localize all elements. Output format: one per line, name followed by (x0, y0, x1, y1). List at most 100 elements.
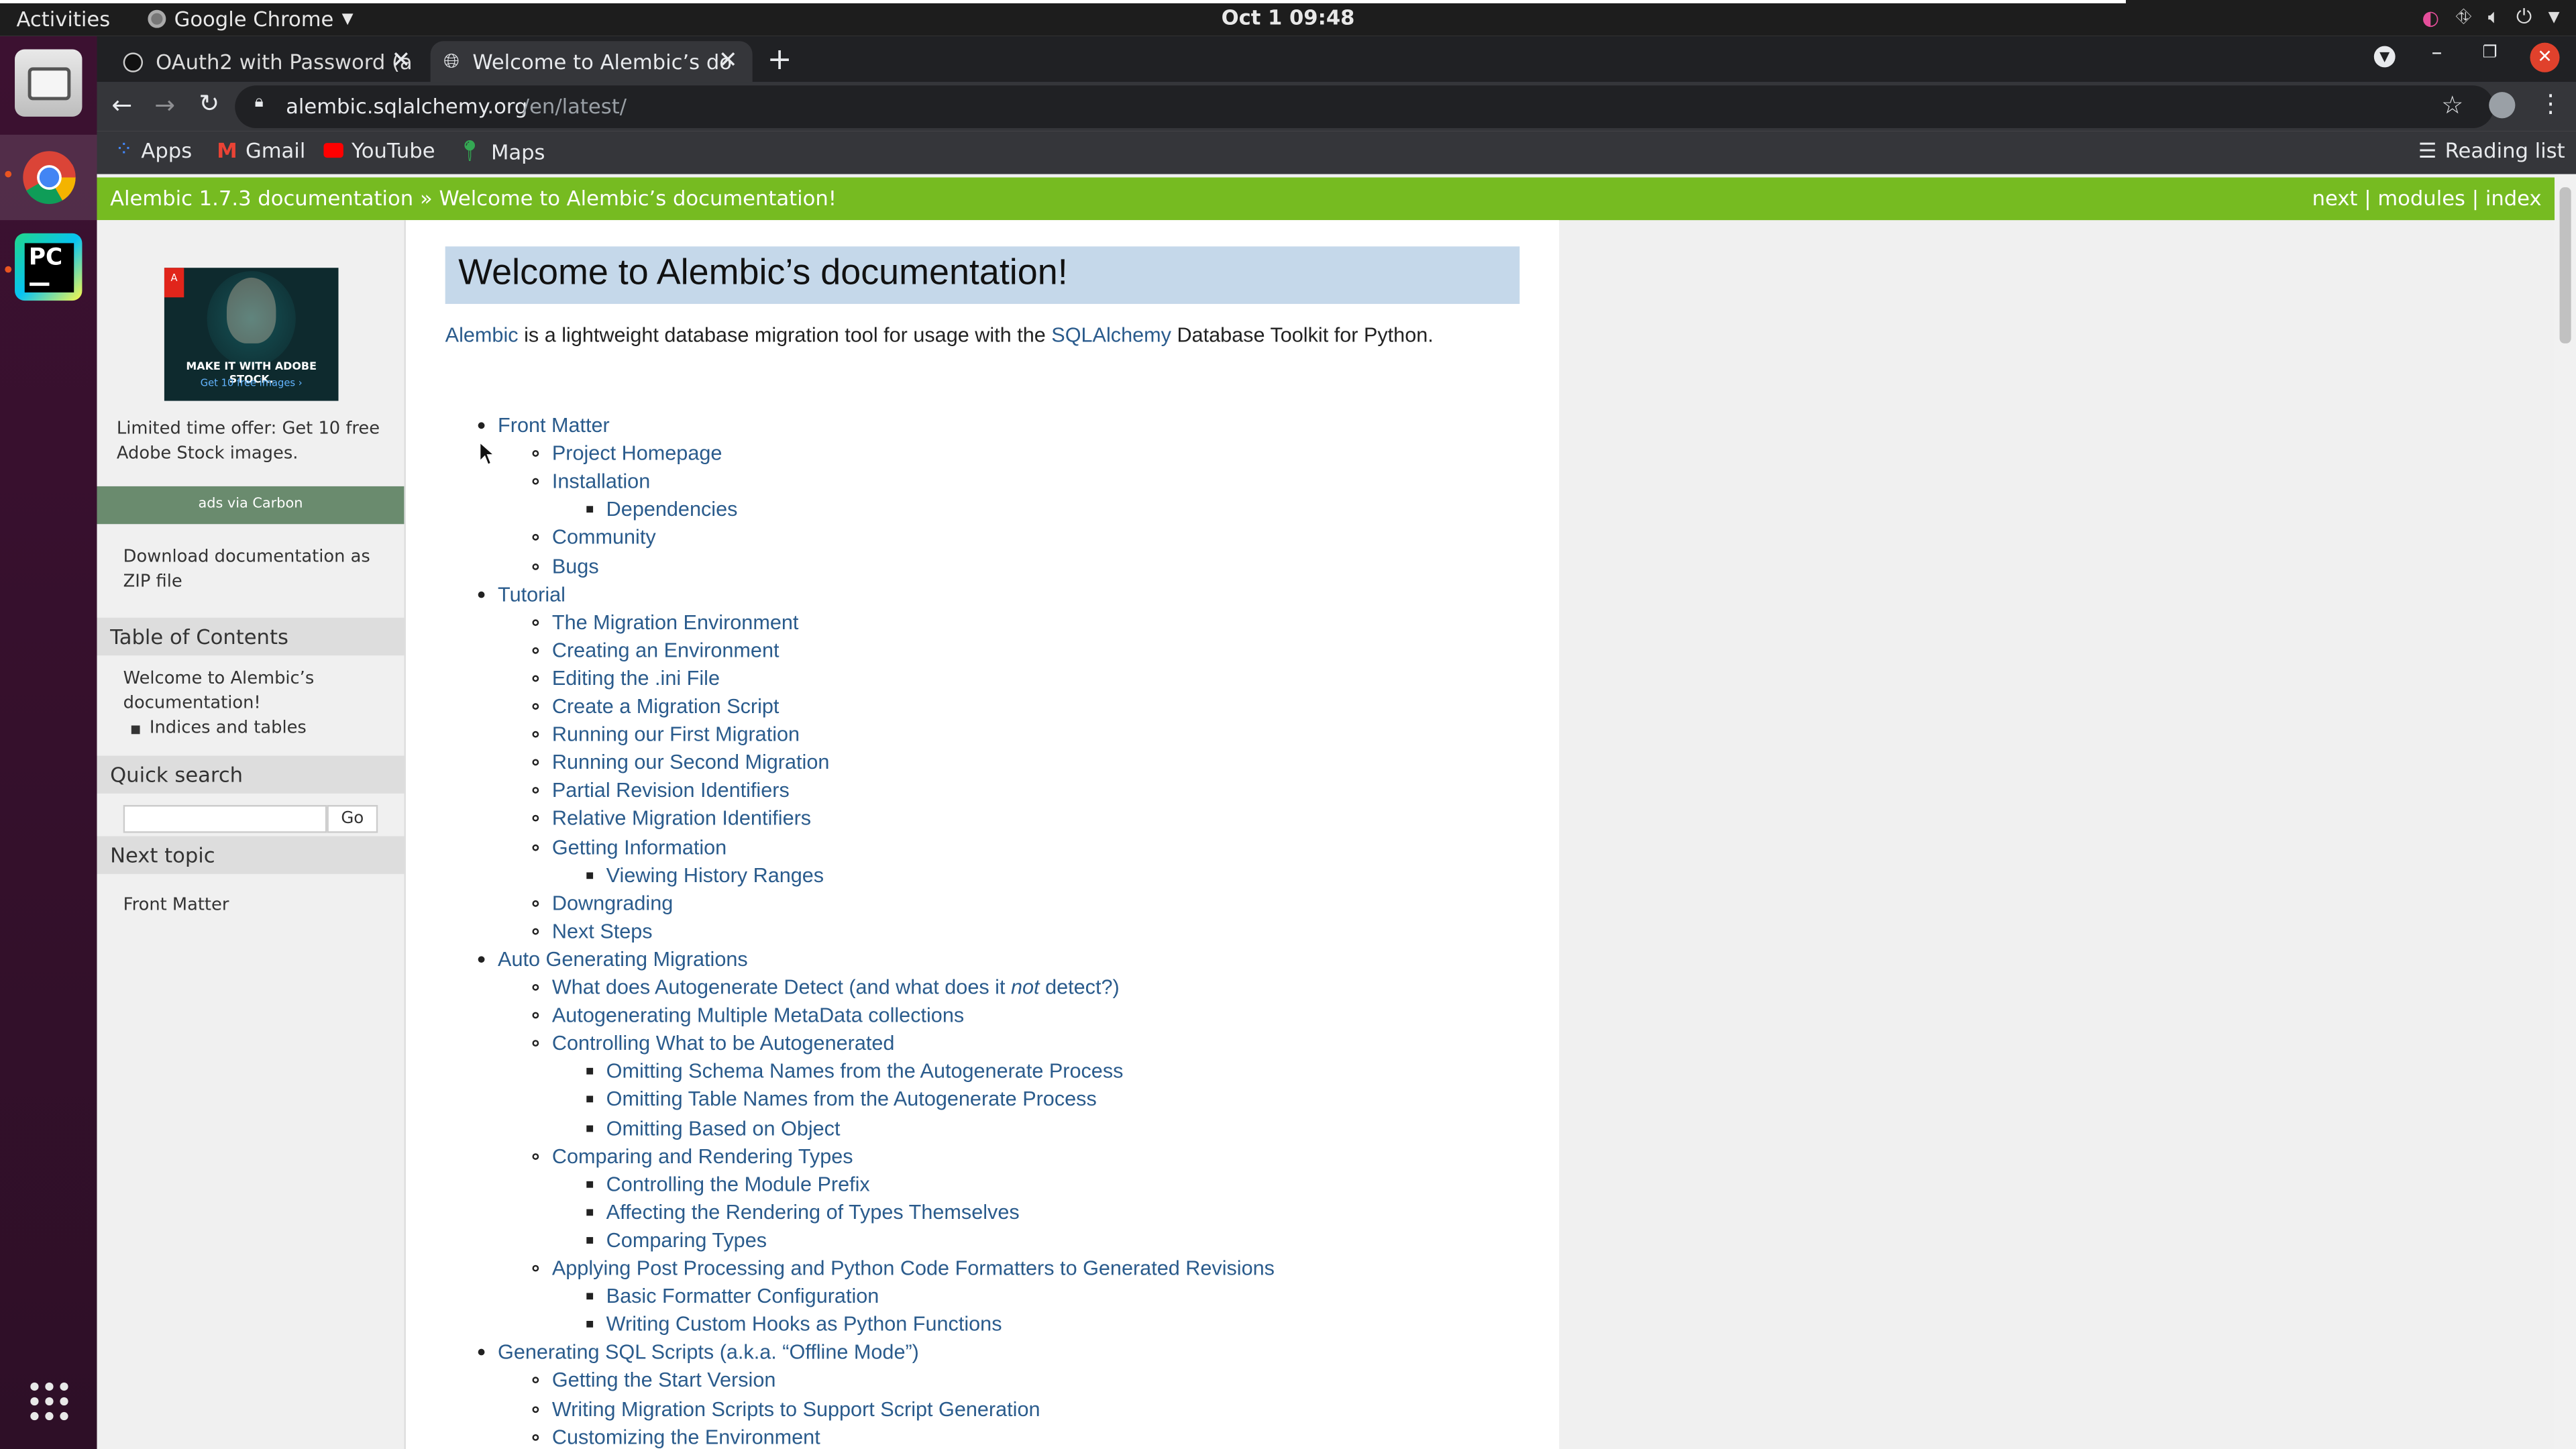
network-icon[interactable]: ⛗ (2456, 5, 2472, 30)
toc-link[interactable]: Running our Second Migration (552, 751, 830, 774)
profile-icon[interactable] (2489, 92, 2516, 119)
toc-link[interactable]: Installation (552, 470, 650, 493)
nav-next-link[interactable]: next (2312, 186, 2358, 211)
toc-entry-level-3[interactable]: Writing Custom Hooks as Python Functions (586, 1313, 1002, 1336)
bookmark-youtube[interactable]: YouTube (323, 138, 435, 162)
ad-image[interactable]: A MAKE IT WITH ADOBE STOCK. Get 10 free … (164, 268, 339, 401)
download-zip-link[interactable]: Download documentation as ZIP file (123, 545, 378, 594)
toc-entry-level-2[interactable]: Partial Revision Identifiers (532, 780, 790, 802)
toc-link[interactable]: Running our First Migration (552, 723, 800, 746)
toc-entry-level-1[interactable]: Generating SQL Scripts (a.k.a. “Offline … (478, 1341, 919, 1364)
toc-link[interactable]: The Migration Environment (552, 610, 799, 633)
toc-entry-level-1[interactable]: Tutorial (478, 582, 566, 606)
toc-entry-level-1[interactable]: Auto Generating Migrations (478, 948, 748, 971)
bookmark-star-icon[interactable]: ☆ (2441, 91, 2463, 120)
close-window-icon[interactable]: ✕ (2530, 42, 2560, 72)
toc-entry-level-3[interactable]: Omitting Schema Names from the Autogener… (586, 1060, 1124, 1083)
toc-entry-level-2[interactable]: Bugs (532, 555, 599, 578)
nav-index-link[interactable]: index (2485, 186, 2542, 211)
toc-entry-level-2[interactable]: Create a Migration Script (532, 695, 780, 718)
toc-link[interactable]: Controlling What to be Autogenerated (552, 1032, 895, 1055)
pycharm-icon[interactable]: PC (15, 233, 83, 301)
page-scrollbar[interactable] (2555, 174, 2576, 1449)
toc-link[interactable]: Basic Formatter Configuration (606, 1285, 879, 1307)
toc-link[interactable]: Omitting Table Names from the Autogenera… (606, 1088, 1097, 1111)
toc-entry-level-2[interactable]: Next Steps (532, 920, 653, 943)
reload-icon[interactable]: ↻ (199, 89, 219, 118)
scrollbar-thumb[interactable] (2559, 187, 2571, 343)
close-tab-icon[interactable]: ✕ (718, 48, 738, 74)
toc-link[interactable]: Downgrading (552, 892, 673, 914)
nav-modules-link[interactable]: modules (2377, 186, 2465, 211)
toc-entry-level-2[interactable]: Applying Post Processing and Python Code… (532, 1256, 1275, 1280)
toc-entry-level-2[interactable]: Customizing the Environment (532, 1426, 820, 1448)
toc-link[interactable]: Getting Information (552, 835, 727, 858)
toc-entry-level-2[interactable]: Getting Information (532, 835, 727, 859)
toc-entry-level-3[interactable]: Basic Formatter Configuration (586, 1285, 879, 1308)
next-topic-link[interactable]: Front Matter (123, 896, 229, 915)
toc-entry-level-1[interactable]: Front Matter (478, 414, 610, 437)
toc-entry-level-2[interactable]: Creating an Environment (532, 639, 780, 661)
search-input[interactable] (123, 805, 327, 833)
toc-entry-level-2[interactable]: Editing the .ini File (532, 667, 720, 690)
new-tab-icon[interactable]: + (767, 43, 792, 77)
toc-entry-level-2[interactable]: Autogenerating Multiple MetaData collect… (532, 1004, 964, 1027)
toc-entry-level-3[interactable]: Comparing Types (586, 1229, 767, 1252)
toc-link[interactable]: Omitting Based on Object (606, 1116, 841, 1139)
toc-link[interactable]: Writing Migration Scripts to Support Scr… (552, 1397, 1040, 1420)
color-picker-icon[interactable]: ◐ (2422, 6, 2440, 29)
toc-entry-level-2[interactable]: Downgrading (532, 892, 673, 914)
system-tray[interactable]: ◐ ⛗ 🔈︎ ⏻ ▼ (2422, 5, 2560, 30)
toc-entry-level-2[interactable]: The Migration Environment (532, 610, 799, 634)
caret-down-icon[interactable]: ▼ (2548, 9, 2560, 25)
toc-item-welcome[interactable]: Welcome to Alembic’s documentation! (123, 667, 370, 716)
toc-entry-level-2[interactable]: Running our First Migration (532, 723, 800, 746)
show-applications-icon[interactable] (15, 1367, 82, 1434)
toc-link[interactable]: Auto Generating Migrations (498, 948, 748, 971)
toc-link[interactable]: Creating an Environment (552, 639, 780, 661)
toc-link[interactable]: Tutorial (498, 582, 566, 605)
toc-entry-level-3[interactable]: Omitting Based on Object (586, 1116, 841, 1139)
tab-oauth2[interactable]: OAuth2 with Password (a ✕ (110, 41, 425, 82)
toc-entry-level-2[interactable]: Installation (532, 470, 650, 493)
bookmark-apps[interactable]: ⁘ Apps (115, 138, 192, 163)
bookmark-gmail[interactable]: M Gmail (217, 138, 305, 163)
bookmark-maps[interactable]: 📍︎ Maps (457, 138, 545, 164)
toc-link[interactable]: Front Matter (498, 414, 610, 437)
chrome-icon[interactable] (15, 143, 82, 210)
close-tab-icon[interactable]: ✕ (392, 48, 411, 74)
search-go-button[interactable]: Go (327, 805, 378, 833)
toc-entry-level-3[interactable]: Viewing History Ranges (586, 863, 824, 886)
omnibox[interactable]: 🔒︎ alembic.sqlalchemy.org /en/latest/ ☆ (235, 85, 2494, 129)
toc-entry-level-3[interactable]: Dependencies (586, 498, 738, 521)
toc-entry-level-2[interactable]: Community (532, 527, 656, 549)
tab-alembic[interactable]: 🌐︎ Welcome to Alembic’s do ✕ (430, 41, 753, 83)
toc-link[interactable]: Create a Migration Script (552, 695, 780, 718)
toc-link[interactable]: Getting the Start Version (552, 1369, 776, 1392)
toc-link[interactable]: Project Homepage (552, 442, 722, 465)
toc-entry-level-2[interactable]: Running our Second Migration (532, 751, 830, 774)
toc-link[interactable]: Customizing the Environment (552, 1426, 820, 1448)
toc-link[interactable]: Applying Post Processing and Python Code… (552, 1256, 1275, 1279)
lock-icon[interactable]: 🔒︎ (255, 94, 264, 112)
toc-link[interactable]: Omitting Schema Names from the Autogener… (606, 1060, 1124, 1083)
toc-entry-level-2[interactable]: What does Autogenerate Detect (and what … (532, 976, 1120, 999)
toc-link[interactable]: Writing Custom Hooks as Python Functions (606, 1313, 1002, 1336)
clock[interactable]: Oct 1 09:48 (0, 5, 2576, 30)
minimize-icon[interactable]: – (2432, 41, 2443, 66)
toc-link[interactable]: What does Autogenerate Detect (and what … (552, 976, 1120, 999)
toc-link[interactable]: Affecting the Rendering of Types Themsel… (606, 1201, 1020, 1224)
toc-link[interactable]: Autogenerating Multiple MetaData collect… (552, 1004, 964, 1027)
power-icon[interactable]: ⏻ (2516, 5, 2532, 30)
forward-icon[interactable]: → (154, 91, 175, 120)
files-icon[interactable] (15, 49, 83, 117)
toc-entry-level-2[interactable]: Getting the Start Version (532, 1369, 776, 1392)
toc-entry-level-2[interactable]: Project Homepage (532, 442, 722, 465)
toc-link[interactable]: Controlling the Module Prefix (606, 1173, 870, 1195)
toc-link[interactable]: Dependencies (606, 498, 738, 521)
toc-link[interactable]: Bugs (552, 555, 599, 578)
menu-icon[interactable]: ⋮ (2538, 89, 2563, 118)
volume-icon[interactable]: 🔈︎ (2488, 5, 2500, 30)
toc-link[interactable]: Editing the .ini File (552, 667, 720, 690)
toc-item-indices[interactable]: Indices and tables (150, 718, 307, 737)
